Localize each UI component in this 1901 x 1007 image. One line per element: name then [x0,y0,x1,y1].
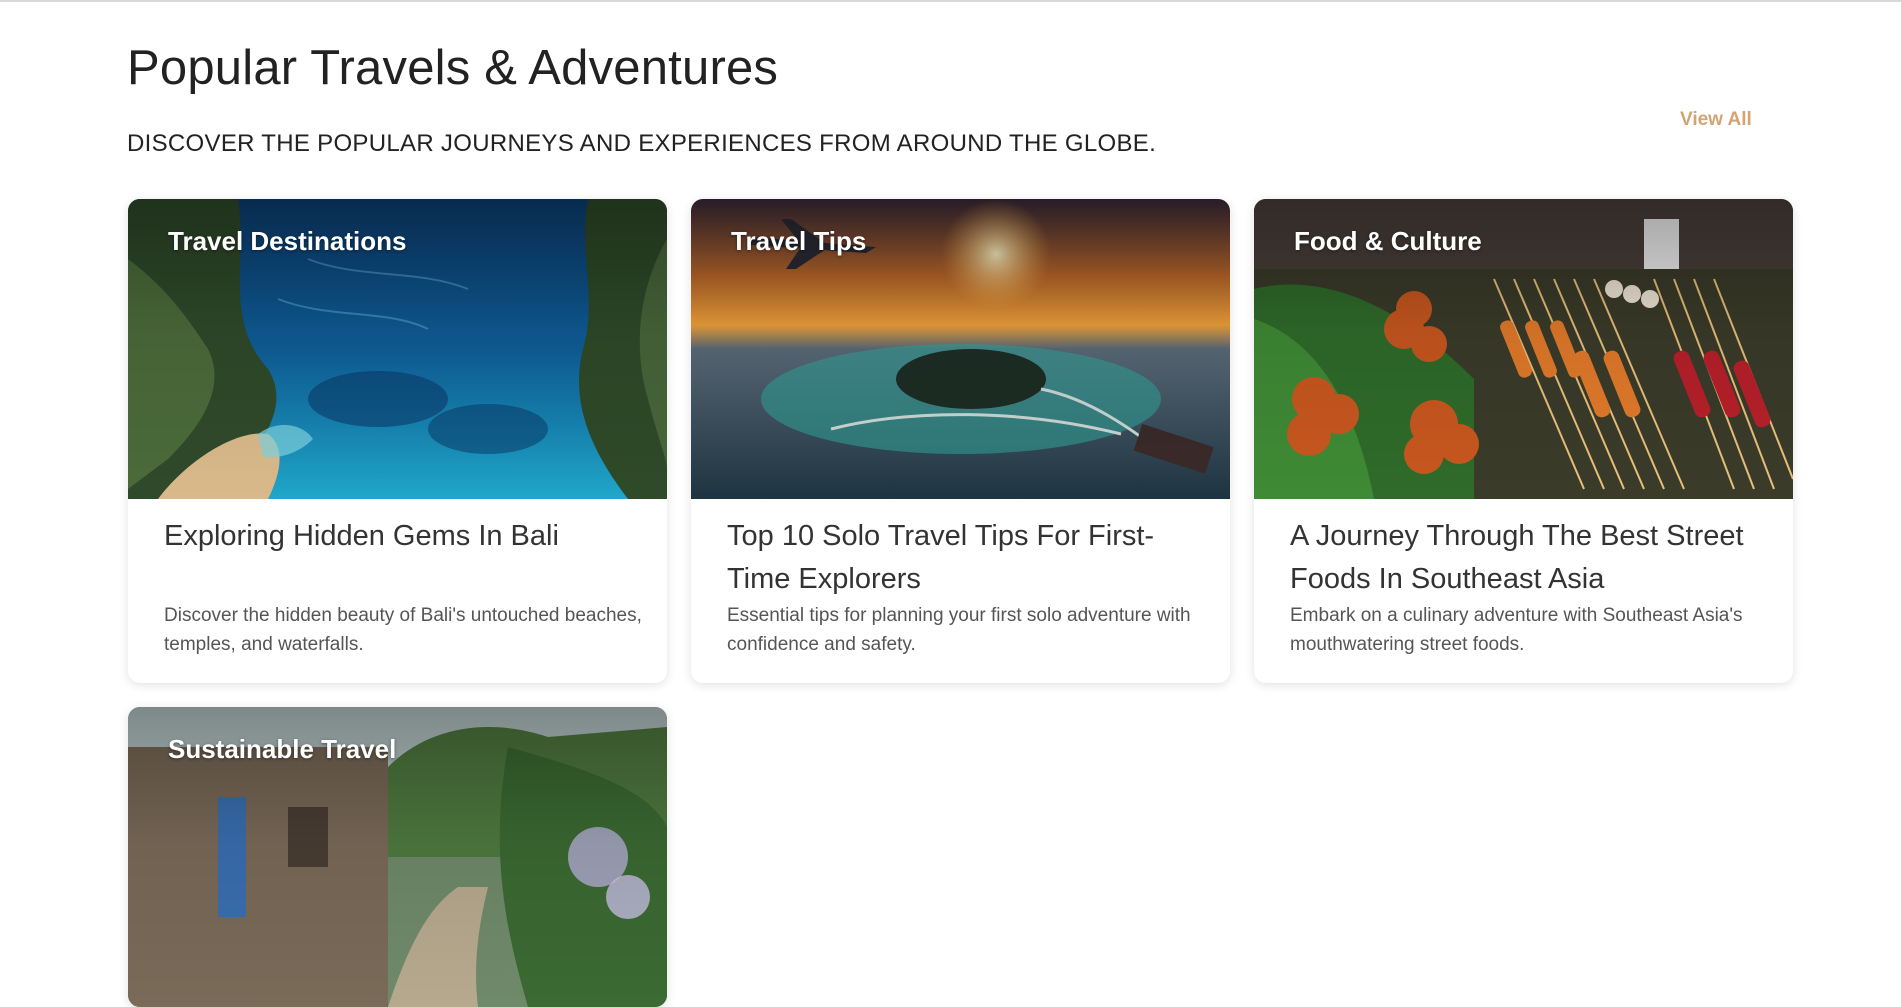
card-title[interactable]: A Journey Through The Best Street Foods … [1290,515,1773,601]
village-alley-greenery-image: Sustainable Travel [128,707,667,1007]
article-card-street-food[interactable]: Food & Culture A Journey Through The Bes… [1254,199,1793,683]
card-category-label: Travel Destinations [168,226,407,256]
card-description: Embark on a culinary adventure with Sout… [1290,605,1743,655]
article-card-solo-travel[interactable]: Travel Tips Top 10 Solo Travel Tips For … [691,199,1230,683]
card-description: Essential tips for planning your first s… [727,605,1191,655]
card-category-label: Travel Tips [731,226,867,256]
view-all-link[interactable]: View All [1680,109,1752,131]
card-title[interactable]: Top 10 Solo Travel Tips For First-Time E… [727,515,1210,601]
article-card-sustainable-travel[interactable]: Sustainable Travel [128,707,667,1007]
top-divider [0,0,1901,2]
card-category-label: Food & Culture [1294,226,1482,256]
card-title[interactable]: Exploring Hidden Gems In Bali [164,515,647,601]
page-subtitle: DISCOVER THE POPULAR JOURNEYS AND EXPERI… [127,130,1157,157]
street-food-stall-image: Food & Culture [1254,199,1793,499]
page-title: Popular Travels & Adventures [127,41,779,95]
sunset-island-airplane-image: Travel Tips [691,199,1230,499]
card-category-label: Sustainable Travel [168,734,397,764]
bali-cliff-beach-image: Travel Destinations [128,199,667,499]
article-card-bali[interactable]: Travel Destinations Exploring Hidden Gem… [128,199,667,683]
card-description: Discover the hidden beauty of Bali's unt… [164,605,642,655]
